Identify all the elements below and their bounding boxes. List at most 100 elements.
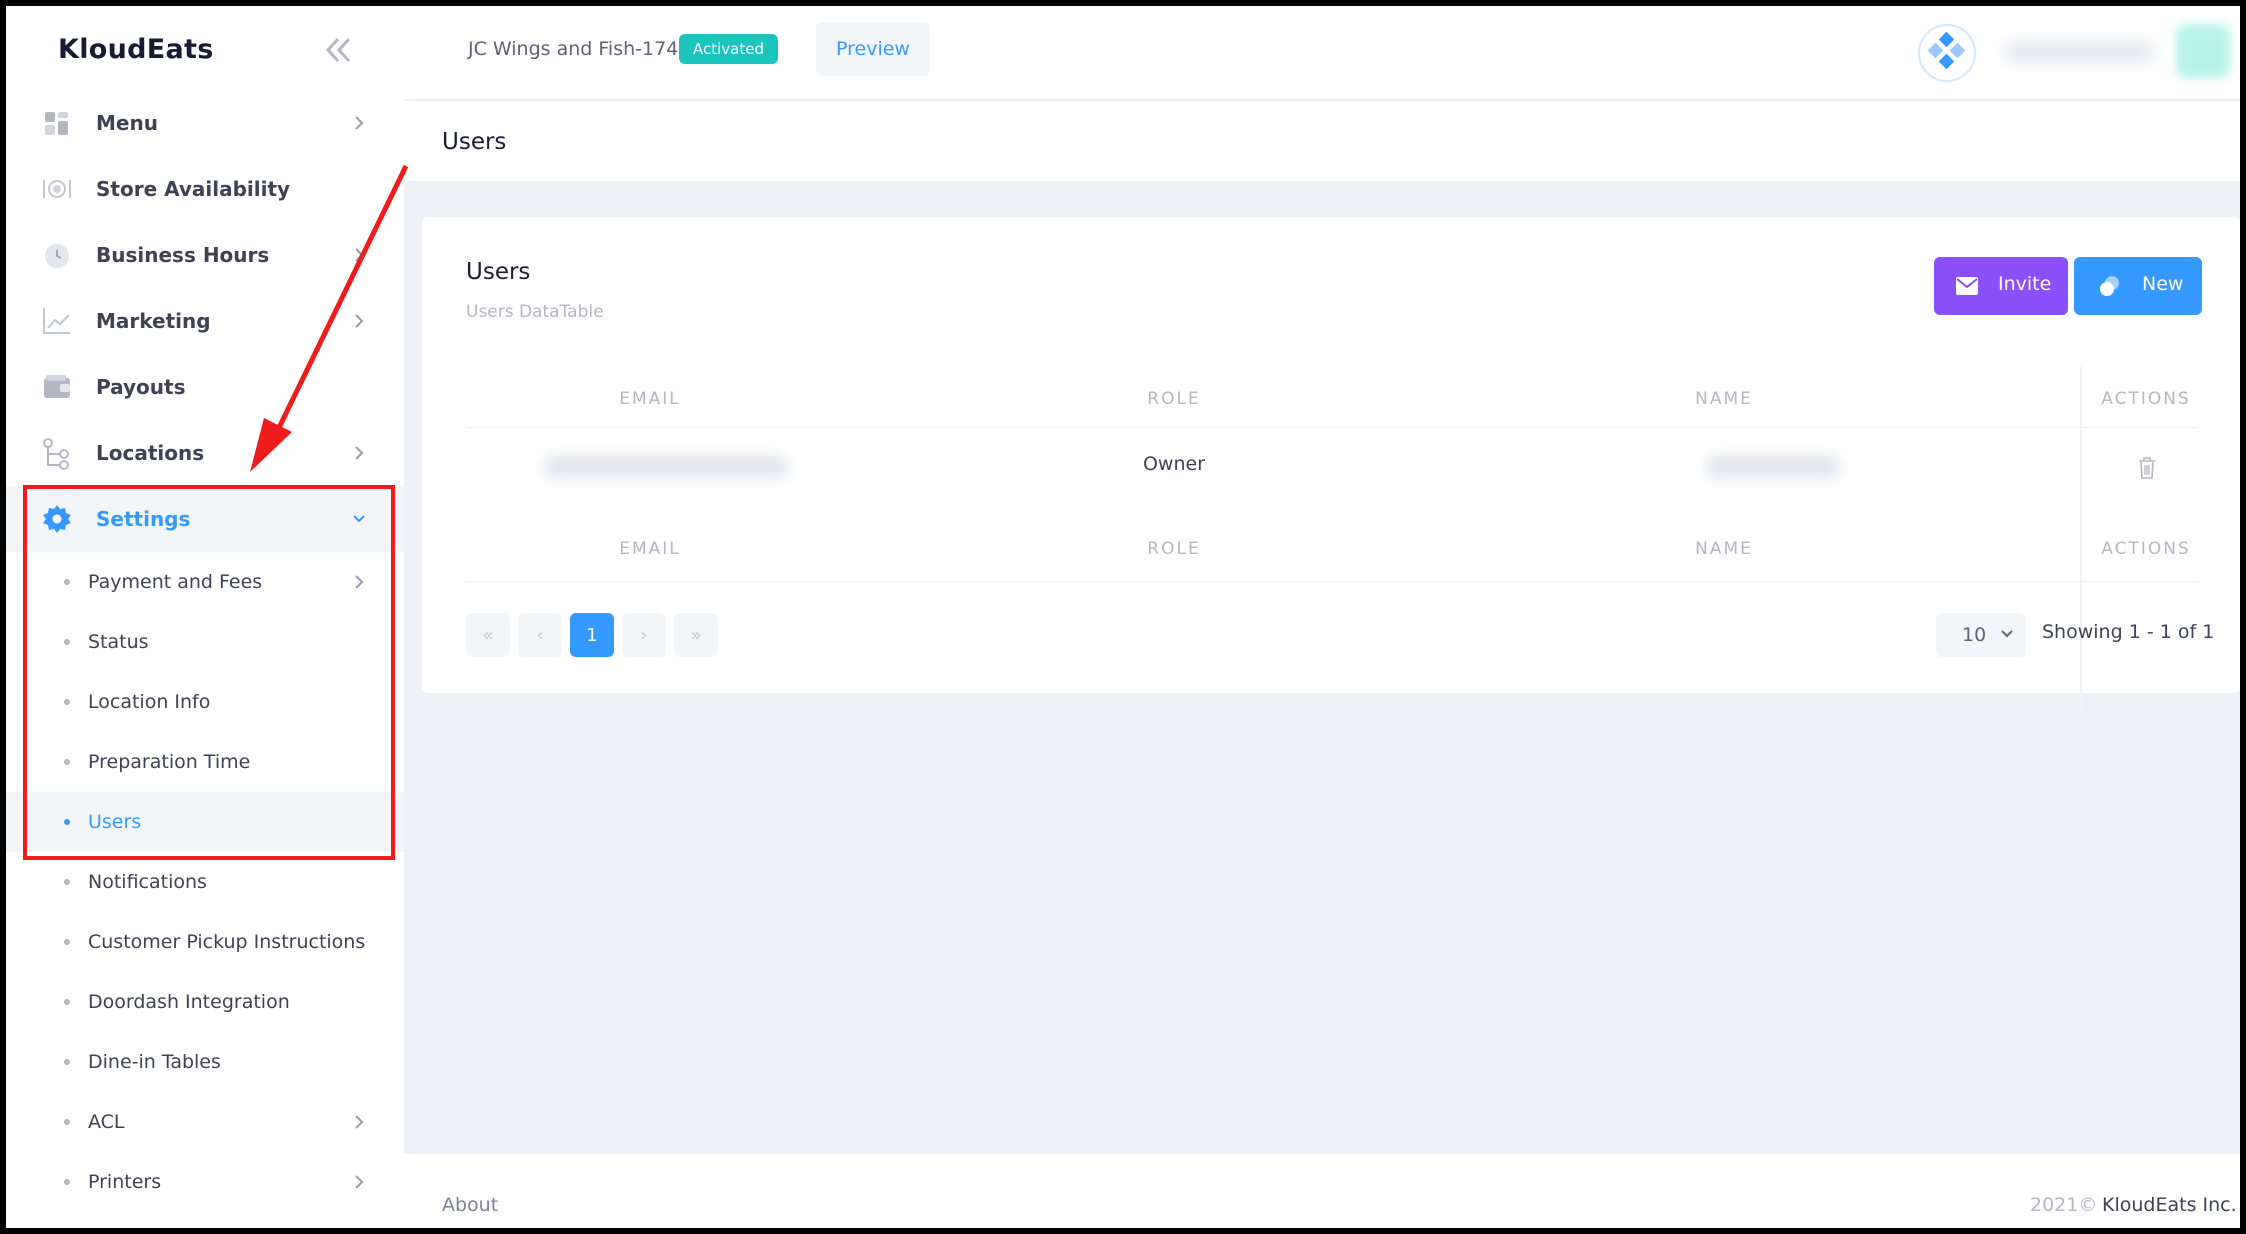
sidebar-item-store-availability[interactable]: Store Availability bbox=[6, 156, 404, 222]
column-header-name[interactable]: NAME bbox=[1624, 389, 1824, 409]
settings-subitem-label: Dine-in Tables bbox=[88, 1051, 221, 1073]
user-name-redacted bbox=[1706, 455, 1840, 479]
new-button-label: New bbox=[2142, 273, 2184, 295]
bullet-dot bbox=[64, 639, 70, 645]
chevron-right-icon bbox=[355, 248, 364, 262]
bullet-dot bbox=[64, 819, 70, 825]
page-size-value: 10 bbox=[1962, 624, 1987, 646]
chevron-right-icon bbox=[355, 575, 364, 589]
brand-logo[interactable]: KloudEats bbox=[58, 34, 214, 65]
settings-subitem-label: Doordash Integration bbox=[88, 991, 290, 1013]
user-name-redacted bbox=[2004, 40, 2154, 64]
settings-subitem-location-info[interactable]: Location Info bbox=[6, 672, 404, 732]
settings-subitem-label: Preparation Time bbox=[88, 751, 251, 773]
preview-button[interactable]: Preview bbox=[816, 22, 930, 76]
card-subtitle: Users DataTable bbox=[466, 302, 604, 322]
settings-subitem-users[interactable]: Users bbox=[6, 792, 404, 852]
actions-column-divider bbox=[2080, 367, 2082, 717]
store-name: JC Wings and Fish-174 bbox=[468, 38, 679, 60]
page-title: Users bbox=[442, 129, 507, 155]
showing-count: Showing 1 - 1 of 1 bbox=[2042, 621, 2215, 643]
bullet-dot bbox=[64, 1119, 70, 1125]
subheader: Users bbox=[404, 101, 2240, 181]
chevron-right-icon bbox=[355, 1175, 364, 1189]
status-badge: Activated bbox=[679, 34, 778, 64]
settings-subitem-payment-and-fees[interactable]: Payment and Fees bbox=[6, 552, 404, 612]
chart-icon bbox=[43, 308, 70, 334]
settings-subitem-notifications[interactable]: Notifications bbox=[6, 852, 404, 912]
avatar[interactable] bbox=[2176, 24, 2230, 78]
column-footer-role: ROLE bbox=[1147, 539, 1201, 559]
user-logo[interactable] bbox=[1918, 24, 1976, 82]
chevron-right-icon bbox=[355, 446, 364, 460]
dining-icon bbox=[43, 180, 71, 198]
page-1-button[interactable]: 1 bbox=[570, 613, 614, 657]
column-header-email[interactable]: EMAIL bbox=[520, 389, 780, 409]
sidebar-item-label: Menu bbox=[96, 111, 158, 135]
settings-subitem-doordash-integration[interactable]: Doordash Integration bbox=[6, 972, 404, 1032]
bullet-dot bbox=[64, 879, 70, 885]
settings-subitem-label: Status bbox=[88, 631, 149, 653]
settings-subitem-status[interactable]: Status bbox=[6, 612, 404, 672]
chevron-right-icon bbox=[355, 314, 364, 328]
chevron-down-icon bbox=[353, 515, 365, 523]
sidebar-item-label: Store Availability bbox=[96, 177, 291, 201]
column-footer-email: EMAIL bbox=[619, 539, 681, 559]
bullet-dot bbox=[64, 579, 70, 585]
bullet-dot bbox=[64, 999, 70, 1005]
clock-icon bbox=[45, 244, 69, 268]
sidebar-item-label: Payouts bbox=[96, 375, 186, 399]
settings-subitem-customer-pickup-instructions[interactable]: Customer Pickup Instructions bbox=[6, 912, 404, 972]
sidebar-item-label: Settings bbox=[96, 507, 191, 531]
settings-subitem-acl[interactable]: ACL bbox=[6, 1092, 404, 1152]
sidebar-item-payouts[interactable]: Payouts bbox=[6, 354, 404, 420]
bullet-dot bbox=[64, 1059, 70, 1065]
settings-subitem-label: Location Info bbox=[88, 691, 211, 713]
users-card: Users Users DataTable Invite New EMAIL R… bbox=[422, 217, 2240, 717]
chevron-right-icon bbox=[355, 116, 364, 130]
invite-button-label: Invite bbox=[1998, 273, 2052, 295]
page-size-select[interactable]: 10 bbox=[1936, 613, 2026, 657]
settings-subitem-label: Customer Pickup Instructions bbox=[88, 931, 366, 953]
sidebar: KloudEats Menu Store Availability Busine… bbox=[6, 6, 404, 1228]
settings-subitem-label: Printers bbox=[88, 1171, 162, 1193]
new-user-button[interactable]: New bbox=[2074, 257, 2202, 315]
prev-page-button[interactable]: ‹ bbox=[518, 613, 562, 657]
settings-subitem-label: Users bbox=[88, 811, 142, 833]
sidebar-item-business-hours[interactable]: Business Hours bbox=[6, 222, 404, 288]
user-role: Owner bbox=[1142, 453, 1206, 475]
invite-button[interactable]: Invite bbox=[1934, 257, 2068, 315]
top-header: JC Wings and Fish-174 Activated Preview bbox=[404, 6, 2240, 100]
wallet-icon bbox=[44, 375, 70, 398]
settings-subitem-label: Payment and Fees bbox=[88, 571, 263, 593]
sidebar-item-label: Marketing bbox=[96, 309, 211, 333]
gear-icon bbox=[43, 505, 71, 533]
about-link[interactable]: About bbox=[442, 1194, 498, 1216]
app-frame: KloudEats Menu Store Availability Busine… bbox=[6, 6, 2240, 1228]
bullet-dot bbox=[64, 939, 70, 945]
column-footer-name: NAME bbox=[1695, 539, 1753, 559]
sidebar-item-menu[interactable]: Menu bbox=[6, 90, 404, 156]
settings-subitem-printers[interactable]: Printers bbox=[6, 1152, 404, 1212]
bullet-dot bbox=[64, 1179, 70, 1185]
locations-icon bbox=[43, 438, 69, 470]
envelope-icon bbox=[1956, 277, 1978, 295]
column-header-actions: ACTIONS bbox=[2101, 389, 2191, 409]
first-page-button[interactable]: « bbox=[466, 613, 510, 657]
last-page-button[interactable]: » bbox=[674, 613, 718, 657]
sidebar-item-marketing[interactable]: Marketing bbox=[6, 288, 404, 354]
add-user-icon bbox=[2100, 276, 2119, 296]
column-header-role[interactable]: ROLE bbox=[1074, 389, 1274, 409]
collapse-sidebar-icon[interactable] bbox=[322, 36, 356, 64]
settings-subitem-dine-in-tables[interactable]: Dine-in Tables bbox=[6, 1032, 404, 1092]
settings-subitem-label: Notifications bbox=[88, 871, 207, 893]
trash-icon[interactable] bbox=[2138, 457, 2156, 479]
sidebar-item-settings[interactable]: Settings bbox=[6, 486, 404, 552]
sidebar-item-locations[interactable]: Locations bbox=[6, 420, 404, 486]
page-footer: About 2021© KloudEats Inc. bbox=[404, 1154, 2240, 1228]
card-title: Users bbox=[466, 259, 531, 285]
settings-subitem-preparation-time[interactable]: Preparation Time bbox=[6, 732, 404, 792]
company-link[interactable]: KloudEats Inc. bbox=[2102, 1194, 2237, 1216]
next-page-button[interactable]: › bbox=[622, 613, 666, 657]
menu-grid-icon bbox=[45, 112, 68, 135]
